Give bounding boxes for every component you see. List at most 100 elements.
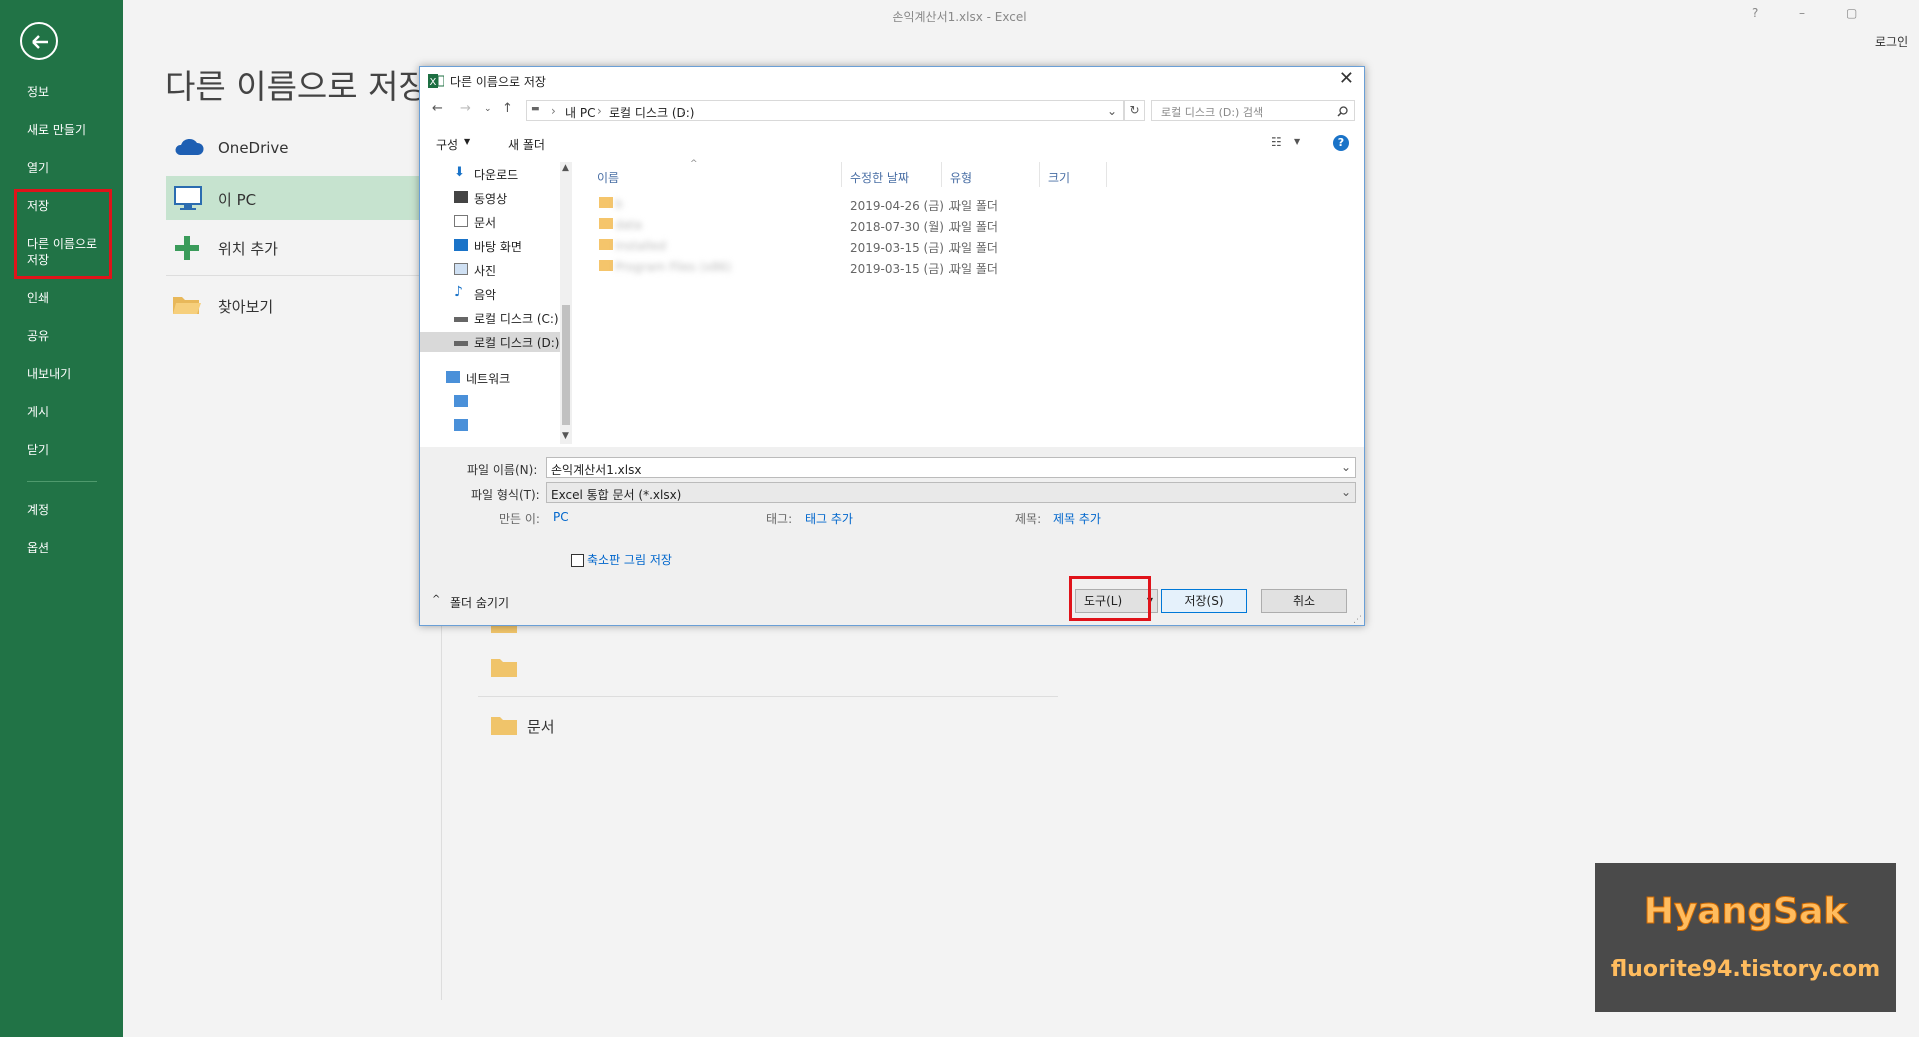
nav-open[interactable]: 열기 — [27, 161, 49, 176]
tree-item-desktop[interactable]: 바탕 화면 — [454, 236, 572, 256]
table-row[interactable]: Installed 2019-03-15 (금) ... 파일 폴더 — [575, 236, 1364, 256]
nav-divider — [27, 481, 97, 482]
location-this-pc[interactable]: 이 PC — [166, 176, 421, 220]
help-icon[interactable]: ? — [1752, 6, 1758, 20]
back-button[interactable] — [20, 22, 58, 60]
back-arrow-icon — [32, 35, 48, 49]
location-onedrive[interactable]: OneDrive — [166, 126, 421, 170]
nav-publish[interactable]: 게시 — [27, 405, 49, 420]
nav-account[interactable]: 계정 — [27, 503, 49, 518]
column-divider — [941, 162, 942, 187]
highlight-box-tools — [1069, 576, 1151, 621]
thumbnail-label[interactable]: 축소판 그림 저장 — [587, 551, 672, 568]
location-label: 이 PC — [218, 191, 257, 209]
tree-item-pictures[interactable]: 사진 — [454, 260, 572, 280]
location-label: OneDrive — [218, 139, 289, 157]
help-icon[interactable]: ? — [1333, 135, 1349, 151]
tree-item-computer[interactable] — [454, 392, 572, 412]
nav-close[interactable]: 닫기 — [27, 443, 49, 458]
backstage-sidebar: 정보 새로 만들기 열기 저장 다른 이름으로 저장 인쇄 공유 내보내기 게시… — [0, 0, 123, 1037]
download-icon: ⬇ — [454, 165, 465, 180]
column-header-name[interactable]: 이름 — [597, 169, 619, 186]
location-add-place[interactable]: 위치 추가 — [166, 225, 421, 269]
address-dropdown-icon[interactable]: ⌄ — [1107, 104, 1117, 118]
highlight-box-save — [14, 189, 112, 279]
subject-input[interactable]: 제목 추가 — [1053, 510, 1101, 527]
recent-folder-documents[interactable]: 문서 — [527, 716, 555, 737]
search-input[interactable]: 로컬 디스크 (D:) 검색 — [1151, 100, 1355, 121]
subject-label: 제목: — [1015, 512, 1042, 526]
nav-info[interactable]: 정보 — [27, 85, 49, 100]
breadcrumb-separator-icon: › — [551, 104, 556, 118]
forward-nav-icon[interactable]: → — [460, 101, 471, 116]
svg-text:X: X — [430, 77, 437, 88]
address-bar[interactable]: ▬ › 내 PC › 로컬 디스크 (D:) › ⌄ — [526, 100, 1124, 121]
hide-folders-button[interactable]: 폴더 숨기기 — [450, 594, 509, 611]
drive-icon — [454, 317, 468, 322]
window-title: 손익계산서1.xlsx - Excel — [892, 10, 1027, 24]
nav-options[interactable]: 옵션 — [27, 541, 49, 556]
organize-dropdown-icon: ▼ — [464, 137, 471, 146]
tree-item-videos[interactable]: 동영상 — [454, 188, 572, 208]
tree-item-drive-c[interactable]: 로컬 디스크 (C:) — [454, 308, 572, 328]
breadcrumb-separator-icon: › — [597, 104, 602, 118]
tags-input[interactable]: 태그 추가 — [805, 510, 853, 527]
save-button[interactable]: 저장(S) — [1161, 589, 1247, 613]
computer-icon — [174, 186, 202, 210]
page-title: 다른 이름으로 저장 — [165, 67, 429, 106]
tree-item-computer[interactable] — [454, 416, 572, 436]
table-row[interactable]: data 2018-07-30 (월) ... 파일 폴더 — [575, 215, 1364, 235]
location-browse[interactable]: 찾아보기 — [166, 283, 421, 327]
watermark: HyangSak fluorite94.tistory.com — [1595, 863, 1896, 1012]
tree-scrollbar-thumb[interactable] — [562, 305, 570, 425]
dialog-close-button[interactable]: ✕ — [1339, 68, 1354, 89]
column-header-date[interactable]: 수정한 날짜 — [850, 169, 909, 186]
folder-icon — [491, 659, 517, 677]
new-folder-button[interactable]: 새 폴더 — [508, 136, 545, 153]
table-row[interactable]: b 2019-04-26 (금) ... 파일 폴더 — [575, 194, 1364, 214]
cancel-button[interactable]: 취소 — [1261, 589, 1347, 613]
column-header-size[interactable]: 크기 — [1048, 169, 1070, 186]
location-label: 찾아보기 — [218, 298, 274, 316]
dialog-toolbar: 구성 ▼ 새 폴더 ☷ ▼ ? — [420, 131, 1364, 157]
computer-icon — [454, 419, 468, 431]
breadcrumb-my-pc[interactable]: 내 PC — [565, 104, 595, 121]
nav-export[interactable]: 내보내기 — [27, 367, 71, 382]
restore-button[interactable]: ▢ — [1846, 6, 1857, 20]
tree-item-documents[interactable]: 문서 — [454, 212, 572, 232]
recent-dropdown-icon[interactable]: ⌄ — [484, 104, 492, 114]
chevron-up-icon[interactable]: ^ — [432, 594, 440, 605]
chevron-down-icon[interactable]: ⌄ — [1341, 485, 1351, 499]
thumbnail-checkbox[interactable] — [571, 554, 584, 567]
scroll-down-icon[interactable]: ▼ — [562, 431, 569, 441]
tree-item-drive-d[interactable]: 로컬 디스크 (D:) — [420, 332, 560, 352]
tree-item-downloads[interactable]: ⬇ 다운로드 — [454, 164, 572, 184]
filename-input[interactable]: 손익계산서1.xlsx ⌄ — [546, 457, 1356, 478]
tree-item-network[interactable]: 네트워크 — [446, 368, 564, 388]
watermark-title: HyangSak — [1643, 891, 1848, 933]
column-divider — [1106, 162, 1107, 187]
view-dropdown-icon[interactable]: ▼ — [1294, 137, 1300, 146]
chevron-down-icon[interactable]: ⌄ — [1341, 460, 1351, 474]
back-nav-icon[interactable]: ← — [432, 101, 443, 116]
column-header-type[interactable]: 유형 — [950, 169, 972, 186]
filetype-select[interactable]: Excel 통합 문서 (*.xlsx) ⌄ — [546, 482, 1356, 503]
network-icon — [446, 371, 460, 383]
table-row[interactable]: Program Files (x86) 2019-03-15 (금) ... 파일 … — [575, 257, 1364, 277]
nav-share[interactable]: 공유 — [27, 329, 49, 344]
view-options-icon[interactable]: ☷ — [1271, 135, 1282, 149]
scroll-up-icon[interactable]: ▲ — [562, 163, 569, 173]
resize-grip-icon[interactable]: ⋰ — [1353, 615, 1362, 625]
file-list: ^ 이름 수정한 날짜 유형 크기 b 2019-04-26 (금) ... 파일 … — [575, 159, 1364, 444]
minimize-button[interactable]: – — [1799, 6, 1805, 20]
login-link[interactable]: 로그인 — [1875, 33, 1908, 50]
organize-button[interactable]: 구성 — [436, 136, 458, 153]
author-value[interactable]: PC — [553, 510, 569, 524]
nav-print[interactable]: 인쇄 — [27, 291, 49, 306]
up-nav-icon[interactable]: ↑ — [502, 101, 513, 116]
nav-new[interactable]: 새로 만들기 — [27, 123, 86, 138]
pane-divider — [441, 620, 442, 1000]
refresh-icon[interactable]: ↻ — [1124, 100, 1145, 121]
tree-item-music[interactable]: ♪ 음악 — [454, 284, 572, 304]
breadcrumb-separator-icon: › — [681, 104, 686, 118]
